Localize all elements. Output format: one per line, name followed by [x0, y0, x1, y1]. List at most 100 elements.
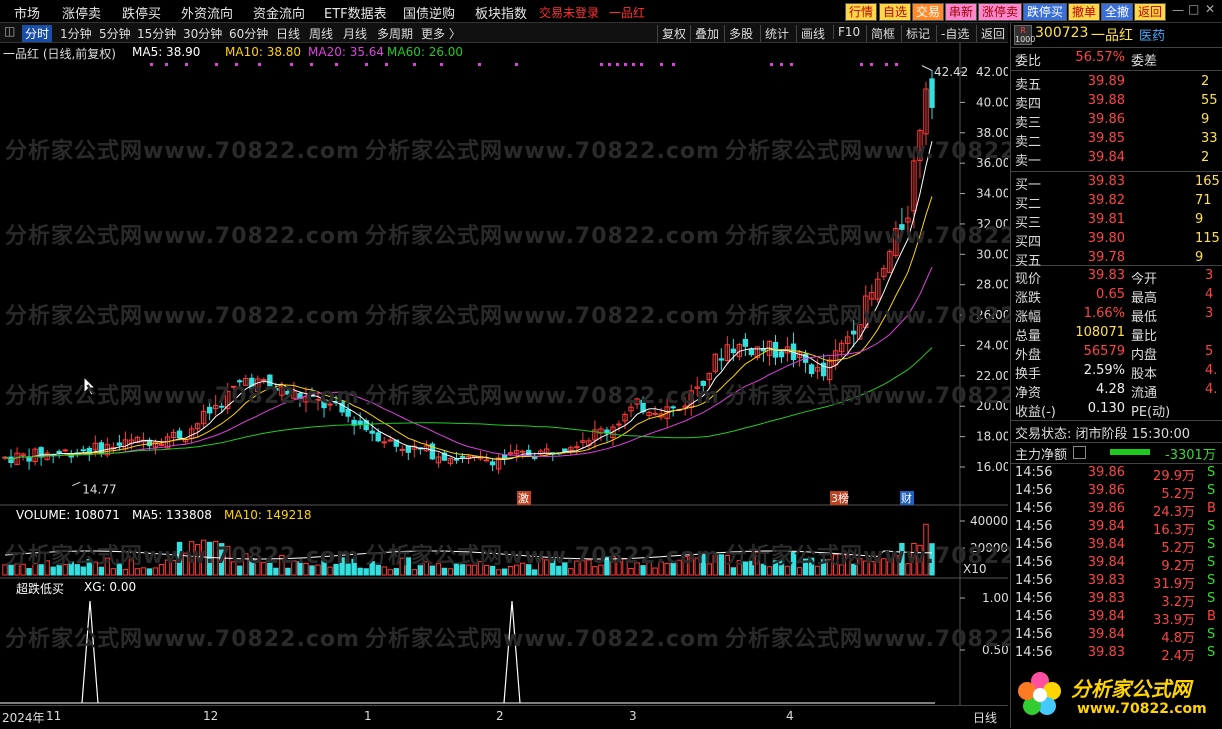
ask-volume: 33	[1201, 131, 1218, 146]
signal-dot	[290, 63, 293, 66]
tool-statistics[interactable]: 统计	[760, 25, 789, 42]
tick-side: S	[1207, 483, 1216, 498]
menu-market[interactable]: 市场	[14, 3, 40, 22]
period-tab-intraday[interactable]: 分时	[22, 25, 53, 42]
signal-dot	[165, 63, 168, 66]
tool-remove-watchlist[interactable]: -自选	[936, 25, 969, 42]
watchlist-button[interactable]: 自选	[879, 3, 912, 21]
return-button[interactable]: 返回	[1134, 3, 1167, 21]
volume-tick-label: 40000	[970, 514, 1008, 528]
menu-sector-index[interactable]: 板块指数	[475, 3, 527, 22]
period-indicator[interactable]: 日线	[973, 709, 997, 726]
stat-row: 净资 4.28 流通 4.	[1015, 382, 1222, 401]
period-tab-5min[interactable]: 5分钟	[99, 25, 131, 42]
tick-row: 14:56 39.84 16.3万 S	[1015, 519, 1222, 538]
bid-row: 买一 39.83 165	[1015, 174, 1222, 193]
candle-body	[519, 450, 526, 453]
period-tab-15min[interactable]: 15分钟	[137, 25, 176, 42]
tool-draw-line[interactable]: 画线	[796, 25, 825, 42]
candle-body	[808, 364, 815, 375]
period-tab-weekly[interactable]: 周线	[309, 25, 333, 42]
tick-side: S	[1207, 519, 1216, 534]
stat-row: 总量 108071 量比	[1015, 325, 1222, 344]
tick-row: 14:56 39.84 5.2万 S	[1015, 537, 1222, 556]
tick-row: 14:56 39.83 2.4万 S	[1015, 645, 1222, 664]
tool-multi-stock[interactable]: 多股	[724, 25, 753, 42]
limit-down-buy-button[interactable]: 跌停买	[1023, 3, 1068, 21]
period-tab-daily[interactable]: 日线	[276, 25, 300, 42]
ma5-legend: MA5: 38.90	[132, 45, 201, 59]
candle-body	[381, 441, 387, 444]
menu-capital-flow[interactable]: 资金流向	[253, 3, 305, 22]
price-tick-label: 24.00	[976, 338, 1008, 352]
cancel-order-button[interactable]: 撤单	[1068, 3, 1101, 21]
menu-bond-repo[interactable]: 国债逆购	[403, 3, 455, 22]
quote-panel: R 1000 300723 一品红 医药 委比 56.57% 委差 交易状态: 闭…	[1010, 23, 1222, 728]
ask-volume: 55	[1201, 93, 1218, 108]
stock-code: 300723	[1035, 25, 1089, 41]
ma20-line	[4, 266, 933, 461]
stat-label-2: 股本	[1131, 367, 1158, 382]
menu-limit-up-sell[interactable]: 涨停卖	[62, 3, 101, 22]
candle-body	[405, 445, 412, 453]
ask-volume: 2	[1201, 74, 1210, 89]
volume-bar	[122, 568, 129, 576]
stock-badge-icon: R 1000	[1014, 25, 1036, 45]
stat-value-2: 3	[1205, 306, 1214, 321]
menu-limit-down-buy[interactable]: 跌停买	[122, 3, 161, 22]
maximize-icon[interactable]: □	[1188, 2, 1199, 16]
period-tab-1min[interactable]: 1分钟	[60, 25, 92, 42]
period-tab-monthly[interactable]: 月线	[343, 25, 367, 42]
tool-return[interactable]: 返回	[976, 25, 1005, 42]
tick-price: 39.83	[1087, 645, 1125, 660]
bid-volume: 115	[1195, 231, 1220, 246]
chart-area[interactable]: 42.00 40.00 38.00 36.00 34.00 32.00 30.00 28.00…	[0, 43, 1079, 705]
low-pointer	[72, 481, 81, 487]
stat-row: 外盘 56579 内盘 5	[1015, 344, 1222, 363]
sidebar-toggle-icon[interactable]: ◫	[4, 24, 15, 38]
indicator-legend: 超跌低买	[16, 582, 65, 596]
menu-etf-table[interactable]: ETF数据表	[324, 3, 387, 22]
signal-dot	[365, 63, 368, 66]
volume-bar	[387, 569, 393, 576]
ma60-legend: MA60: 26.00	[387, 45, 464, 59]
watermark-text: 分析家公式网www.70822.com	[5, 384, 360, 409]
tool-simple-frame[interactable]: 简框	[866, 25, 895, 42]
close-icon[interactable]: ✕	[1205, 2, 1215, 16]
tool-overlay[interactable]: 叠加	[690, 25, 719, 42]
stat-value: 39.83	[1087, 268, 1125, 283]
signal-dot	[770, 63, 773, 66]
candle-body	[116, 442, 123, 446]
signal-dot	[632, 63, 635, 66]
tool-restore-rights[interactable]: 复权	[657, 25, 686, 42]
stat-label-2: PE(动)	[1131, 405, 1171, 420]
price-tick-label: 40.00	[976, 95, 1008, 109]
candle-body	[369, 430, 375, 434]
ask-price: 39.88	[1087, 93, 1125, 108]
main-flow-label: 主力净额	[1015, 448, 1068, 463]
period-tab-30min[interactable]: 30分钟	[183, 25, 222, 42]
signal-dot	[335, 63, 338, 66]
tool-f10[interactable]: F10	[833, 25, 860, 39]
quote-button[interactable]: 行情	[845, 3, 878, 21]
signal-dot	[624, 63, 627, 66]
stat-row: 现价 39.83 今开 3	[1015, 268, 1222, 287]
flow-detail-icon[interactable]	[1073, 446, 1086, 459]
period-tab-multi[interactable]: 多周期	[377, 25, 413, 42]
minimize-icon[interactable]: —	[1172, 3, 1184, 17]
volume-bar	[411, 569, 418, 576]
price-tick-label: 34.00	[976, 187, 1008, 201]
period-tab-60min[interactable]: 60分钟	[229, 25, 268, 42]
tick-side: S	[1207, 555, 1216, 570]
menu-foreign-flow[interactable]: 外资流向	[181, 3, 233, 22]
limit-up-sell-button[interactable]: 涨停卖	[978, 3, 1023, 21]
tool-mark[interactable]: 标记	[901, 25, 930, 42]
trade-button[interactable]: 交易	[912, 3, 945, 21]
period-tab-more[interactable]: 更多 〉	[421, 25, 461, 42]
flow-bar	[1110, 449, 1150, 455]
bid-volume: 165	[1195, 174, 1220, 189]
login-warning[interactable]: 交易未登录	[539, 4, 599, 21]
cancel-all-button[interactable]: 全撤	[1101, 3, 1134, 21]
new-issue-button[interactable]: 串新	[945, 3, 978, 21]
stock-sector[interactable]: 医药	[1139, 25, 1165, 44]
